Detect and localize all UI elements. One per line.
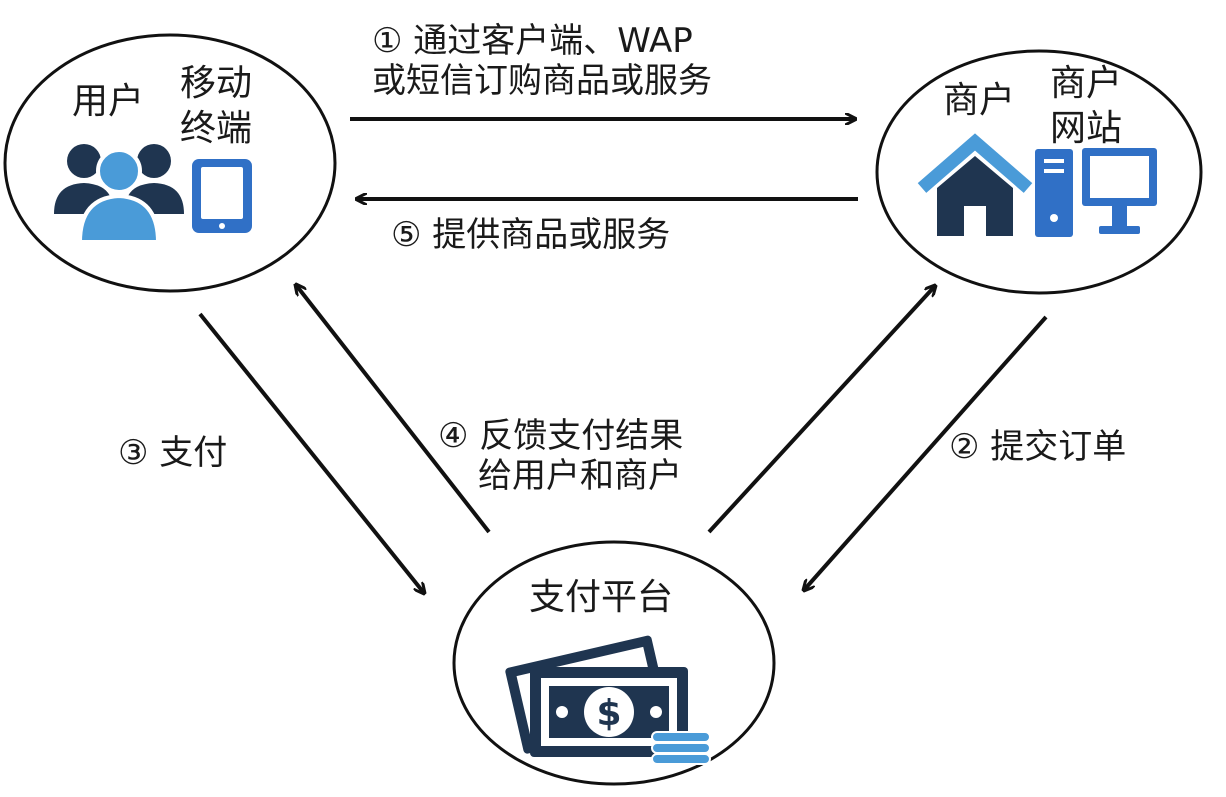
merchant-site-label-2: 网站: [1050, 108, 1122, 149]
step3-label: ③ 支付: [118, 433, 227, 473]
step5-label: ⑤ 提供商品或服务: [391, 215, 670, 255]
arrow-feedback-merchant: [707, 286, 935, 534]
tablet-icon: [192, 159, 252, 233]
users-icon: [54, 144, 184, 244]
step4-label-line1: ④ 反馈支付结果: [438, 416, 683, 456]
arrow-pay: [198, 312, 424, 593]
step1-label-line2: 或短信订购商品或服务: [372, 61, 712, 101]
mobile-terminal-label-2: 终端: [180, 108, 252, 149]
svg-text:$: $: [596, 693, 621, 734]
merchant-label: 商户: [943, 80, 1015, 121]
step2-label: ② 提交订单: [949, 427, 1126, 467]
mobile-terminal-label-1: 移动: [180, 63, 252, 104]
step1-label-line1: ① 通过客户端、WAP: [372, 21, 693, 61]
payment-flow-diagram: 用户 移动 终端 商户 商户 网站 支付平台 $ ① 通过客户端、WAP 或短信…: [3, 21, 1203, 786]
arrow-feedback-user: [296, 285, 491, 534]
step4-label-line2: 给用户和商户: [478, 456, 682, 496]
payment-platform-label: 支付平台: [529, 577, 673, 618]
house-icon: [917, 133, 1033, 236]
computer-icon: [1035, 148, 1157, 237]
cash-icon: $: [505, 635, 711, 765]
merchant-site-label-1: 商户: [1050, 63, 1122, 104]
user-label: 用户: [72, 81, 144, 122]
